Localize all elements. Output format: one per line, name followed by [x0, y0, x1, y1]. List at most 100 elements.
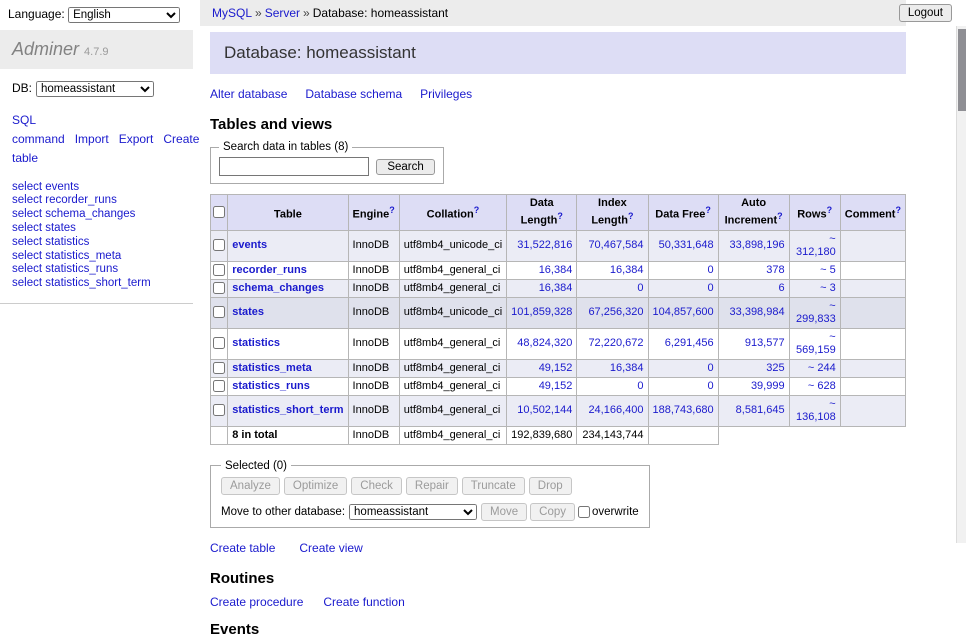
table-name-link[interactable]: statistics_runs	[232, 380, 310, 392]
sql-command-link[interactable]: SQL command	[12, 113, 65, 146]
sidebar-item-select-schema-changes[interactable]: select schema_changes	[12, 208, 135, 220]
index-length-link[interactable]: 0	[637, 282, 643, 294]
analyze-button[interactable]: Analyze	[221, 477, 280, 495]
auto-increment-link[interactable]: 378	[766, 264, 784, 276]
row-checkbox[interactable]	[213, 239, 225, 251]
data-free-link[interactable]: 0	[708, 380, 714, 392]
row-checkbox[interactable]	[213, 380, 225, 392]
auto-increment-link[interactable]: 33,398,984	[730, 306, 785, 318]
export-link[interactable]: Export	[119, 132, 154, 146]
row-checkbox[interactable]	[213, 306, 225, 318]
sidebar-item-select-statistics-short-term[interactable]: select statistics_short_term	[12, 277, 151, 289]
column-help-link[interactable]: ?	[474, 205, 480, 215]
row-checkbox[interactable]	[213, 404, 225, 416]
privileges-link[interactable]: Privileges	[420, 87, 472, 101]
table-name-link[interactable]: statistics_short_term	[232, 404, 343, 416]
column-help-link[interactable]: ?	[557, 211, 563, 221]
auto-increment-link[interactable]: 325	[766, 362, 784, 374]
data-length-link[interactable]: 16,384	[539, 264, 573, 276]
table-name-link[interactable]: recorder_runs	[232, 264, 307, 276]
rows-link[interactable]: ~ 244	[808, 362, 836, 374]
repair-button[interactable]: Repair	[406, 477, 458, 495]
table-name-link[interactable]: events	[232, 239, 267, 251]
sidebar-item-select-events[interactable]: select events	[12, 181, 79, 193]
rows-link[interactable]: ~ 569,159	[796, 331, 836, 356]
optimize-button[interactable]: Optimize	[284, 477, 347, 495]
data-free-link[interactable]: 6,291,456	[665, 337, 714, 349]
copy-button[interactable]: Copy	[530, 503, 575, 521]
rows-link[interactable]: ~ 136,108	[796, 398, 836, 423]
breadcrumb-mysql-link[interactable]: MySQL	[212, 6, 252, 20]
index-length-link[interactable]: 72,220,672	[588, 337, 643, 349]
column-help-link[interactable]: ?	[389, 205, 395, 215]
data-free-link[interactable]: 104,857,600	[653, 306, 714, 318]
index-length-link[interactable]: 16,384	[610, 362, 644, 374]
truncate-button[interactable]: Truncate	[462, 477, 525, 495]
row-checkbox[interactable]	[213, 362, 225, 374]
data-free-link[interactable]: 50,331,648	[659, 239, 714, 251]
search-input[interactable]	[219, 157, 369, 176]
table-name-link[interactable]: states	[232, 306, 264, 318]
auto-increment-link[interactable]: 39,999	[751, 380, 785, 392]
data-free-link[interactable]: 0	[708, 362, 714, 374]
move-button[interactable]: Move	[481, 503, 527, 521]
search-button[interactable]: Search	[376, 159, 434, 175]
auto-increment-link[interactable]: 33,898,196	[730, 239, 785, 251]
alter-database-link[interactable]: Alter database	[210, 87, 287, 101]
column-help-link[interactable]: ?	[628, 211, 634, 221]
sidebar-item-select-states[interactable]: select states	[12, 222, 76, 234]
data-length-link[interactable]: 49,152	[539, 380, 573, 392]
sidebar-item-select-recorder-runs[interactable]: select recorder_runs	[12, 194, 117, 206]
data-free-link[interactable]: 0	[708, 264, 714, 276]
move-db-select[interactable]: homeassistant	[349, 504, 477, 520]
rows-link[interactable]: ~ 628	[808, 380, 836, 392]
table-name-link[interactable]: statistics	[232, 337, 280, 349]
check-button[interactable]: Check	[351, 477, 402, 495]
sidebar-item-select-statistics[interactable]: select statistics	[12, 236, 89, 248]
row-checkbox[interactable]	[213, 282, 225, 294]
auto-increment-link[interactable]: 913,577	[745, 337, 785, 349]
rows-link[interactable]: ~ 5	[820, 264, 836, 276]
select-all-checkbox[interactable]	[213, 206, 225, 218]
data-length-link[interactable]: 48,824,320	[517, 337, 572, 349]
column-help-link[interactable]: ?	[895, 205, 901, 215]
drop-button[interactable]: Drop	[529, 477, 572, 495]
column-help-link[interactable]: ?	[705, 205, 711, 215]
index-length-link[interactable]: 16,384	[610, 264, 644, 276]
data-length-link[interactable]: 16,384	[539, 282, 573, 294]
data-length-link[interactable]: 49,152	[539, 362, 573, 374]
database-schema-link[interactable]: Database schema	[305, 87, 402, 101]
breadcrumb-server-link[interactable]: Server	[265, 6, 300, 20]
sidebar-item-select-statistics-runs[interactable]: select statistics_runs	[12, 263, 118, 275]
data-free-link[interactable]: 188,743,680	[653, 404, 714, 416]
index-length-link[interactable]: 67,256,320	[588, 306, 643, 318]
index-length-link[interactable]: 70,467,584	[588, 239, 643, 251]
language-select[interactable]: English	[68, 7, 180, 23]
overwrite-checkbox[interactable]	[578, 506, 590, 518]
scrollbar-thumb[interactable]	[958, 29, 966, 111]
data-length-link[interactable]: 101,859,328	[511, 306, 572, 318]
table-name-link[interactable]: schema_changes	[232, 282, 324, 294]
rows-link[interactable]: ~ 299,833	[796, 300, 836, 325]
logout-button[interactable]: Logout	[899, 4, 952, 22]
index-length-link[interactable]: 24,166,400	[588, 404, 643, 416]
import-link[interactable]: Import	[75, 132, 109, 146]
db-select[interactable]: homeassistant	[36, 81, 154, 97]
data-length-link[interactable]: 31,522,816	[517, 239, 572, 251]
create-function-link[interactable]: Create function	[323, 595, 404, 609]
auto-increment-link[interactable]: 8,581,645	[736, 404, 785, 416]
scrollbar[interactable]	[956, 26, 966, 543]
row-checkbox[interactable]	[213, 264, 225, 276]
auto-increment-link[interactable]: 6	[778, 282, 784, 294]
index-length-link[interactable]: 0	[637, 380, 643, 392]
row-checkbox[interactable]	[213, 337, 225, 349]
sidebar-item-select-statistics-meta[interactable]: select statistics_meta	[12, 250, 121, 262]
column-help-link[interactable]: ?	[777, 211, 783, 221]
column-help-link[interactable]: ?	[827, 205, 833, 215]
data-free-link[interactable]: 0	[708, 282, 714, 294]
rows-link[interactable]: ~ 3	[820, 282, 836, 294]
create-procedure-link[interactable]: Create procedure	[210, 595, 303, 609]
rows-link[interactable]: ~ 312,180	[796, 233, 836, 258]
data-length-link[interactable]: 10,502,144	[517, 404, 572, 416]
table-name-link[interactable]: statistics_meta	[232, 362, 312, 374]
